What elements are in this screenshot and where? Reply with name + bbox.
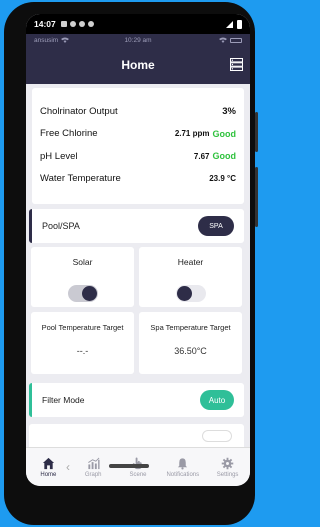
ios-status-bar: ansusim 10:29 am — [26, 34, 250, 46]
status-badge: Good — [212, 151, 237, 162]
stat-row-water-temperature: Water Temperature 23.9 °C — [40, 168, 236, 191]
pool-temperature-label: Pool Temperature Target — [41, 323, 124, 332]
tab-home[interactable]: Home — [26, 448, 71, 486]
pool-spa-card: Pool/SPA SPA — [29, 209, 244, 243]
stat-label: Free Chlorine — [40, 128, 98, 140]
stat-row-chlorinator-output: Cholrinator Output 3% — [40, 100, 236, 123]
notification-icon — [78, 21, 85, 27]
auto-button[interactable]: Auto — [200, 390, 234, 410]
tab-notifications[interactable]: Notifications — [160, 448, 205, 486]
tab-label: Home — [40, 471, 57, 478]
filter-mode-card: Filter Mode Auto — [29, 383, 244, 417]
android-status-bar: 14:07 — [26, 14, 250, 34]
graph-icon — [87, 457, 100, 469]
phone-frame: 14:07 ansusim 10:29 am Home Cholrinator … — [4, 2, 258, 525]
power-button — [255, 167, 258, 227]
heater-card: Heater — [139, 247, 242, 307]
stat-row-free-chlorine: Free Chlorine 2.71 ppm Good — [40, 123, 236, 146]
battery-icon — [237, 19, 242, 29]
tab-label: Graph — [84, 471, 102, 478]
tab-label: Scene — [129, 471, 147, 478]
stat-value: 7.67 — [193, 151, 210, 161]
stat-value: 23.9 °C — [209, 174, 236, 184]
solar-toggle[interactable] — [68, 285, 98, 302]
notification-icons — [60, 21, 94, 27]
next-card — [29, 424, 244, 448]
spa-temperature-value: 36.50°C — [174, 346, 207, 356]
app-header: Home — [26, 46, 250, 84]
pool-spa-label: Pool/SPA — [42, 221, 80, 231]
next-card-button[interactable] — [202, 430, 232, 442]
page-title: Home — [121, 58, 155, 72]
home-gesture-bar[interactable] — [109, 464, 149, 468]
spa-temperature-label: Spa Temperature Target — [150, 323, 231, 332]
spa-temperature-card[interactable]: Spa Temperature Target 36.50°C — [139, 312, 242, 374]
stats-card: Cholrinator Output 3% Free Chlorine 2.71… — [32, 88, 244, 204]
spa-button[interactable]: SPA — [198, 216, 234, 236]
stat-value: 3% — [222, 105, 236, 117]
heater-toggle[interactable] — [176, 285, 206, 302]
bell-icon — [178, 457, 188, 470]
status-time: 14:07 — [34, 19, 56, 29]
solar-label: Solar — [72, 257, 93, 267]
filter-mode-label: Filter Mode — [42, 395, 85, 405]
back-icon[interactable]: ‹ — [66, 460, 70, 474]
heater-label: Heater — [177, 257, 204, 267]
volume-button — [255, 112, 258, 152]
stat-label: pH Level — [40, 150, 78, 162]
toggle-knob — [82, 286, 97, 301]
toggle-knob — [177, 286, 192, 301]
notification-icon — [87, 21, 94, 27]
tab-label: Notifications — [166, 471, 200, 478]
list-menu-icon[interactable] — [230, 58, 243, 71]
notification-icon — [60, 21, 67, 27]
stat-row-ph-level: pH Level 7.67 Good — [40, 145, 236, 168]
pool-temperature-card[interactable]: Pool Temperature Target --.- — [31, 312, 134, 374]
stat-label: Water Temperature — [40, 173, 121, 185]
gear-icon — [221, 457, 234, 469]
tab-label: Settings — [216, 471, 239, 478]
content: Cholrinator Output 3% Free Chlorine 2.71… — [26, 84, 250, 448]
signal-icon — [226, 20, 233, 28]
tab-settings[interactable]: Settings — [205, 448, 250, 486]
status-badge: Good — [212, 128, 237, 139]
home-icon — [42, 457, 54, 469]
stat-value: 2.71 ppm — [174, 129, 210, 139]
ios-time: 10:29 am — [124, 36, 152, 44]
pool-temperature-value: --.- — [76, 346, 89, 356]
screen: 14:07 ansusim 10:29 am Home Cholrinator … — [26, 14, 250, 486]
solar-card: Solar — [31, 247, 134, 307]
stat-label: Cholrinator Output — [40, 105, 118, 117]
notification-icon — [69, 21, 76, 27]
